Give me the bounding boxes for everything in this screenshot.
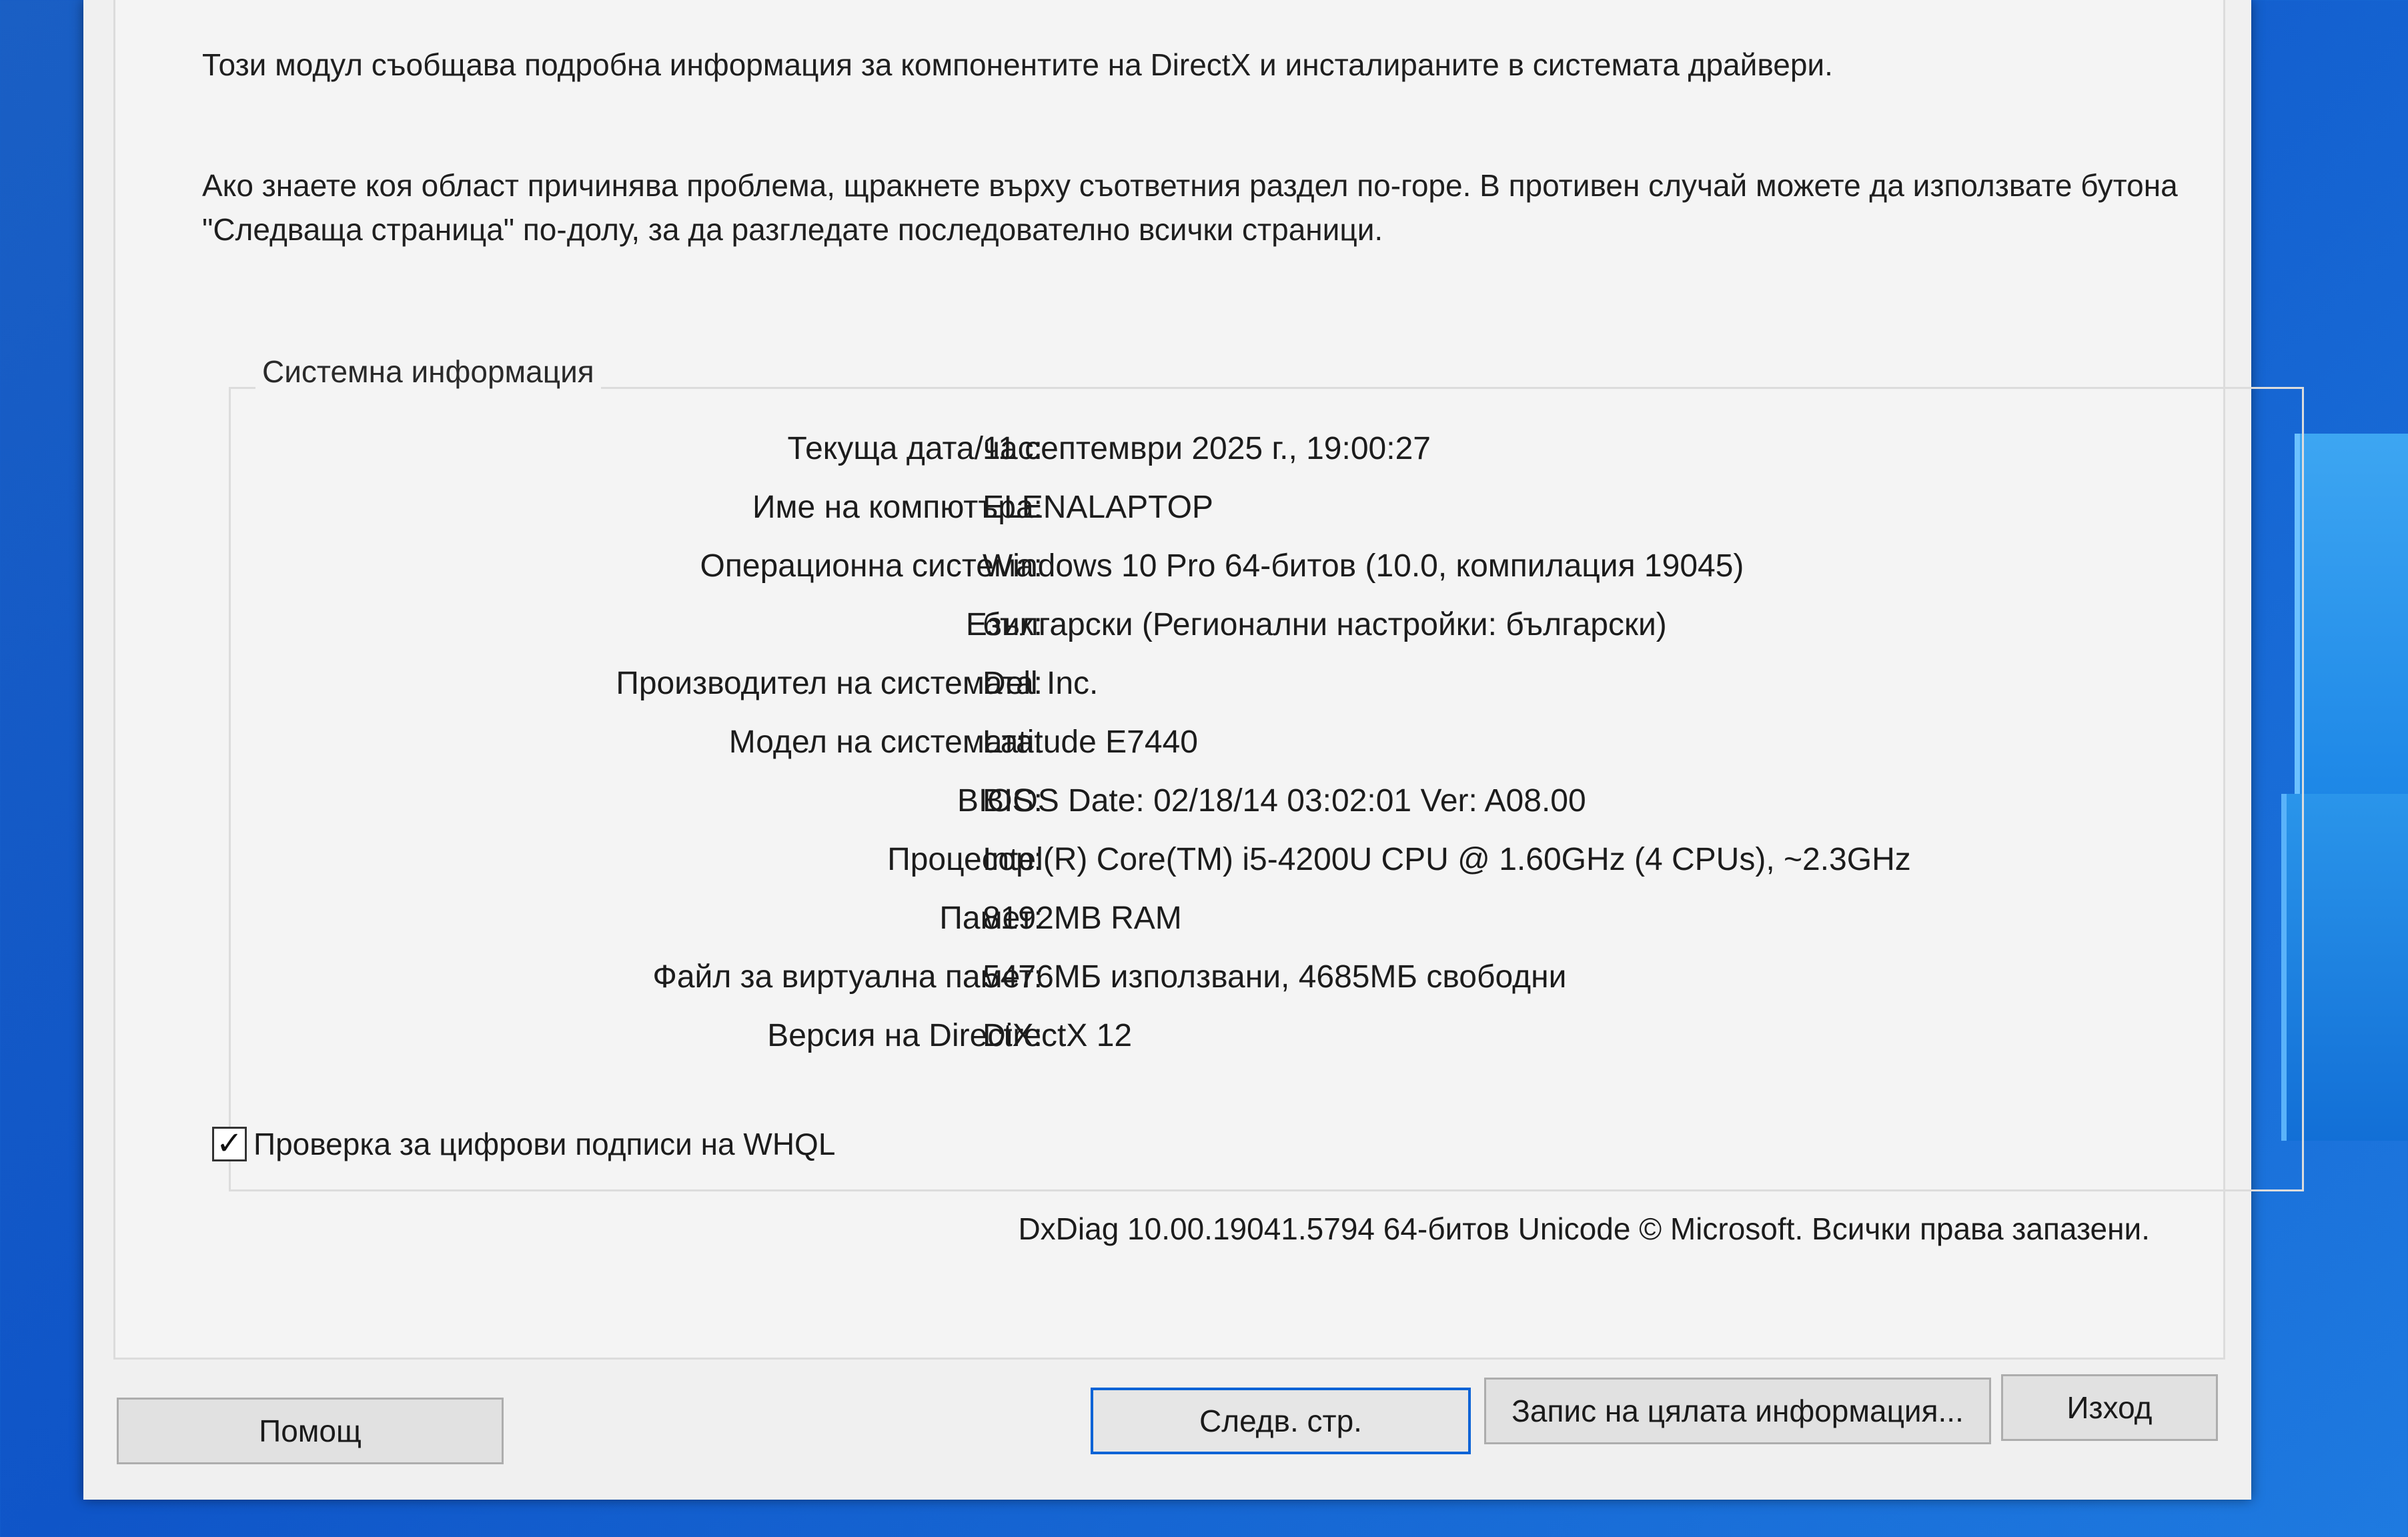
whql-checkbox[interactable]: ✓ — [212, 1127, 247, 1161]
info-row-model: Модел на системата: Latitude E7440 — [115, 724, 2283, 771]
help-button[interactable]: Помощ — [117, 1398, 504, 1464]
whql-checkbox-label[interactable]: Проверка за цифрови подписи на WHQL — [253, 1126, 835, 1162]
info-value: Windows 10 Pro 64-битов (10.0, компилаци… — [983, 548, 1744, 584]
system-tab-panel: Този модул съобщава подробна информация … — [113, 0, 2304, 1360]
info-label: Производител на системата: — [616, 666, 1043, 701]
info-value: Latitude E7440 — [983, 724, 1198, 760]
whql-check-option[interactable]: ✓ Проверка за цифрови подписи на WHQL — [212, 1124, 835, 1164]
info-row-language: Език: български (Регионални настройки: б… — [115, 606, 2283, 653]
info-row-computer-name: Име на компютъра: ELENALAPTOP — [115, 489, 2283, 536]
info-value: DirectX 12 — [983, 1018, 1133, 1053]
info-row-memory: Памет: 8192MB RAM — [115, 900, 2283, 947]
copyright-text: DxDiag 10.00.19041.5794 64-битов Unicode… — [1018, 1211, 2150, 1246]
info-value: 11 септември 2025 г., 19:00:27 — [983, 431, 1431, 466]
dxdiag-window: Този модул съобщава подробна информация … — [83, 0, 2304, 1500]
info-value: 5476МБ използвани, 4685МБ свободни — [983, 959, 1567, 995]
exit-button[interactable]: Изход — [2001, 1374, 2218, 1441]
info-row-page-file: Файл за виртуална памет: 5476МБ използва… — [115, 959, 2283, 1005]
checkmark-icon: ✓ — [215, 1126, 243, 1161]
info-row-processor: Процесор: Intel(R) Core(TM) i5-4200U CPU… — [115, 841, 2283, 888]
info-value: ELENALAPTOP — [983, 490, 1213, 525]
info-value: български (Регионални настройки: българс… — [983, 607, 1667, 642]
info-value: Dell Inc. — [983, 666, 1099, 701]
info-value: 8192MB RAM — [983, 901, 1182, 936]
intro-text-2: Ако знаете коя област причинява проблема… — [202, 168, 2178, 247]
info-row-bios: BIOS: BIOS Date: 02/18/14 03:02:01 Ver: … — [115, 783, 2283, 829]
desktop-background-tile — [2295, 434, 2408, 807]
info-row-os: Операционна система: Windows 10 Pro 64-б… — [115, 548, 2283, 594]
info-value: BIOS Date: 02/18/14 03:02:01 Ver: A08.00 — [983, 783, 1586, 819]
system-info-title: Системна информация — [255, 354, 601, 390]
info-row-directx: Версия на DirectX: DirectX 12 — [115, 1017, 2283, 1064]
info-value: Intel(R) Core(TM) i5-4200U CPU @ 1.60GHz… — [983, 842, 1911, 877]
intro-text-1: Този модул съобщава подробна информация … — [202, 47, 1833, 82]
info-row-date: Текуща дата/час: 11 септември 2025 г., 1… — [115, 430, 2283, 477]
next-page-button[interactable]: Следв. стр. — [1091, 1388, 1471, 1454]
save-all-information-button[interactable]: Запис на цялата информация... — [1484, 1378, 1991, 1444]
info-row-manufacturer: Производител на системата: Dell Inc. — [115, 665, 2283, 712]
